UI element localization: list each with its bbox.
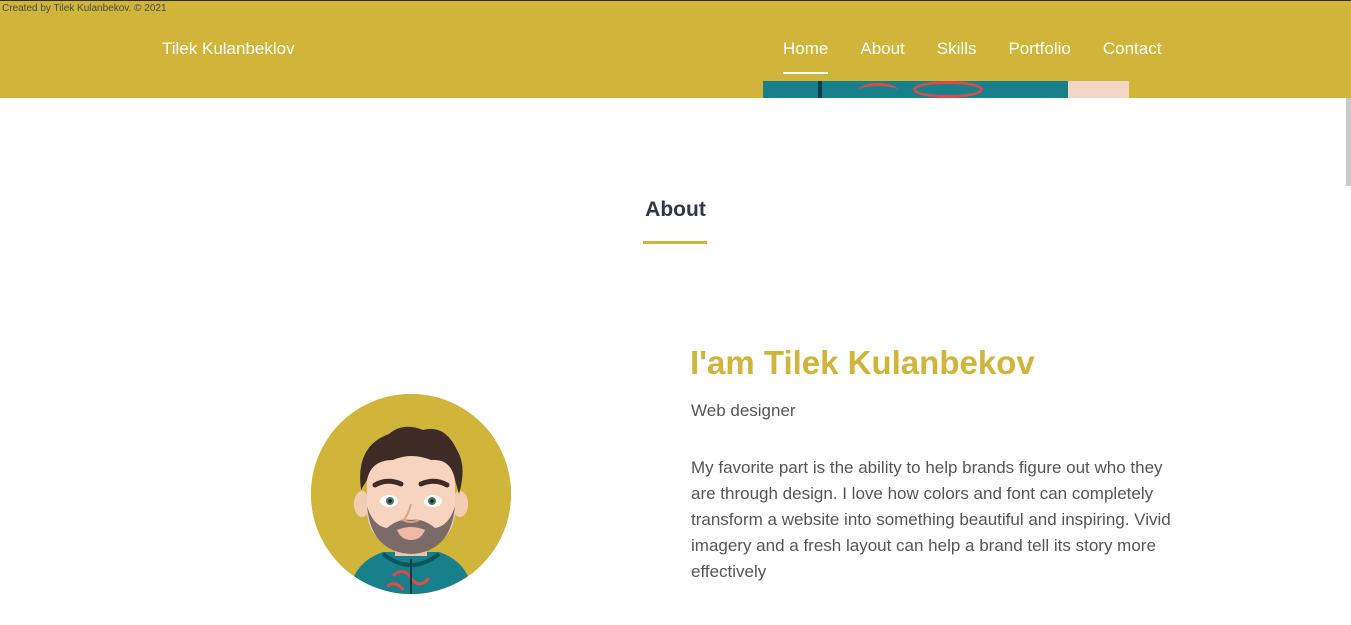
nav-contact-link[interactable]: Contact xyxy=(1103,39,1162,59)
site-header: Created by Tilek Kulanbekov. © 2021 Tile… xyxy=(0,0,1351,98)
nav-skills-link[interactable]: Skills xyxy=(937,39,977,59)
hero-illustration-peek xyxy=(763,81,1129,98)
scrollbar-thumb[interactable] xyxy=(1346,98,1351,186)
about-role: Web designer xyxy=(691,401,796,420)
main-nav: Home About Skills Portfolio Contact xyxy=(783,39,1162,74)
cartoon-portrait-icon xyxy=(311,394,511,594)
nav-about-link[interactable]: About xyxy=(860,39,904,59)
brand-link[interactable]: Tilek Kulanbeklov xyxy=(162,39,295,59)
avatar xyxy=(311,394,511,594)
credit-text: Created by Tilek Kulanbekov. © 2021 xyxy=(2,3,167,14)
nav-home-link[interactable]: Home xyxy=(783,39,829,74)
about-heading: I'am Tilek Kulanbekov xyxy=(690,344,1035,381)
about-description: My favorite part is the ability to help … xyxy=(691,458,1171,581)
section-title: About xyxy=(645,198,706,221)
section-title-underline xyxy=(643,241,707,244)
window-top-border xyxy=(0,0,1351,1)
nav-portfolio-link[interactable]: Portfolio xyxy=(1008,39,1070,59)
